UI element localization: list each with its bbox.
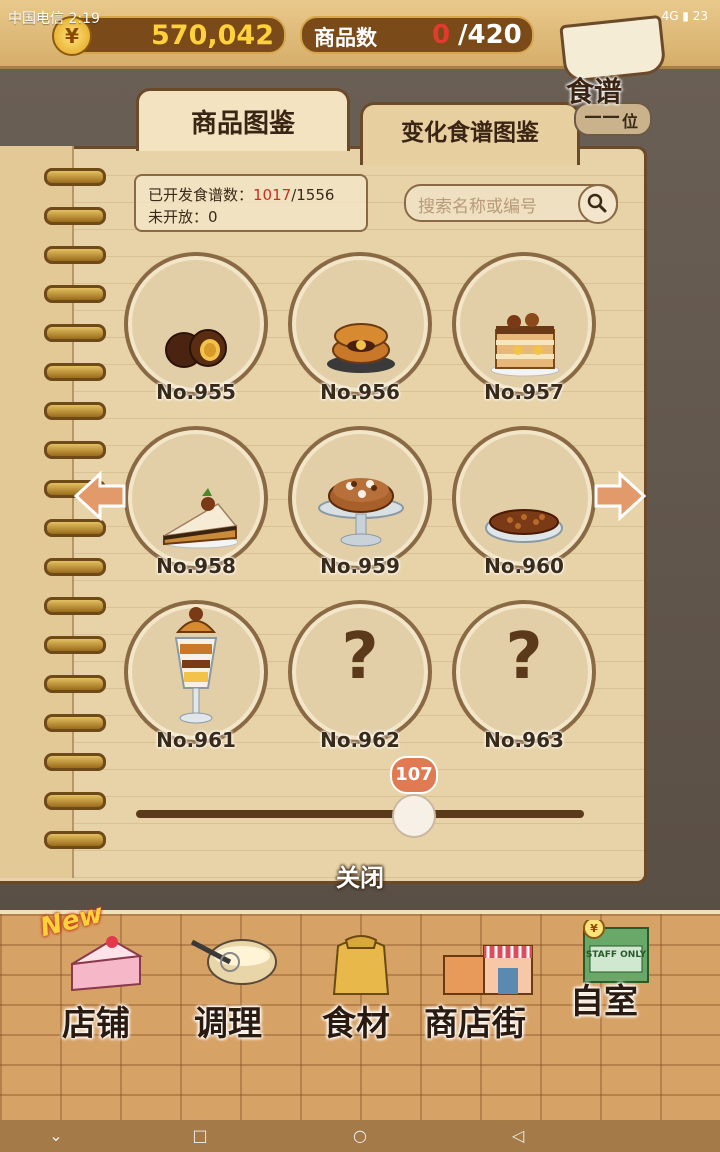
status-indicators: 4G ▮ 23	[661, 9, 708, 23]
shop-street-icon	[443, 945, 533, 995]
staff-sign-coin: ¥	[590, 922, 598, 935]
catalog-item-959[interactable]: No.959	[288, 426, 432, 586]
undeveloped-label: 未开放：	[148, 208, 209, 226]
spiral-ring	[44, 753, 106, 771]
spiral-ring	[44, 285, 106, 303]
recipe-book-button[interactable]: 食谱	[556, 14, 667, 114]
catalog-item-961[interactable]: No.961	[124, 600, 268, 760]
unknown-item-mark: ?	[505, 620, 543, 694]
spiral-ring	[44, 831, 106, 849]
unknown-item-mark: ?	[341, 620, 379, 694]
nav-ingredients-button[interactable]: 食材	[318, 0, 418, 1044]
item-number: No.958	[156, 554, 236, 578]
page-slider-track[interactable]	[136, 810, 584, 818]
spiral-ring	[44, 324, 106, 342]
nav-shopping-street-label: 商店街	[424, 1004, 526, 1044]
catalog-item-962[interactable]: ? No.962	[288, 600, 432, 760]
item-number: No.955	[156, 380, 236, 404]
cake-icon	[71, 936, 144, 992]
page-slider-knob[interactable]	[392, 794, 436, 838]
page-slider-value: 107	[390, 756, 438, 794]
system-navigation-bar: ⌄ □ ○ ◁	[0, 1120, 720, 1152]
catalog-item-956[interactable]: No.956	[288, 252, 432, 412]
spiral-ring	[44, 363, 106, 381]
dorayaki-icon	[327, 323, 395, 373]
item-number: No.962	[320, 728, 400, 752]
spiral-ring	[44, 246, 106, 264]
chestnut-cake-stand-icon	[318, 478, 404, 547]
catalog-item-957[interactable]: No.957	[452, 252, 596, 412]
spiral-ring	[44, 792, 106, 810]
item-number: No.956	[320, 380, 400, 404]
spiral-ring	[44, 714, 106, 732]
catalog-item-963[interactable]: ? No.963	[452, 600, 596, 760]
nav-shop-button[interactable]: 店铺	[58, 0, 158, 1044]
close-button[interactable]: 关闭	[0, 858, 720, 893]
chestnut-parfait-icon	[174, 607, 218, 724]
catalog-item-958[interactable]: No.958	[124, 426, 268, 586]
item-number: No.963	[484, 728, 564, 752]
nav-ingredients-label: 食材	[322, 1004, 390, 1044]
recent-apps-icon[interactable]: □	[190, 1126, 210, 1146]
spiral-ring	[44, 558, 106, 576]
nav-private-room-label: 自室	[570, 982, 638, 1022]
nav-cooking-button[interactable]: 调理	[190, 0, 290, 1044]
catalog-item-955[interactable]: No.955	[124, 252, 268, 412]
nav-down-icon[interactable]: ⌄	[46, 1126, 66, 1146]
chestnut-pie-icon	[485, 509, 563, 543]
item-number: No.961	[156, 728, 236, 752]
spiral-ring	[44, 441, 106, 459]
item-number: No.960	[484, 554, 564, 578]
undeveloped-value: 0	[208, 208, 218, 226]
flour-sack-icon	[332, 935, 390, 995]
chestnut-tart-slice-icon	[161, 488, 239, 549]
spiral-ring	[44, 675, 106, 693]
nav-shop-label: 店铺	[62, 1004, 130, 1044]
mixing-bowl-icon	[190, 939, 277, 985]
spiral-ring	[44, 636, 106, 654]
spiral-ring	[44, 597, 106, 615]
spiral-ring	[44, 402, 106, 420]
home-icon[interactable]: ○	[350, 1126, 370, 1146]
nav-cooking-label: 调理	[194, 1004, 262, 1044]
chestnut-bun-icon	[165, 329, 227, 368]
item-number: No.957	[484, 380, 564, 404]
item-frame	[452, 426, 596, 570]
staff-only-sign: STAFF ONLY	[586, 950, 647, 960]
chestnut-layer-cake-icon	[490, 313, 560, 377]
prev-page-arrow-icon[interactable]	[74, 470, 126, 522]
recipe-label: 食谱	[566, 75, 623, 108]
item-number: No.959	[320, 554, 400, 578]
next-page-arrow-icon[interactable]	[594, 470, 646, 522]
catalog-item-960[interactable]: No.960	[452, 426, 596, 586]
nav-shopping-street-button[interactable]: 商店街	[424, 0, 548, 1044]
back-icon[interactable]: ◁	[508, 1126, 528, 1146]
